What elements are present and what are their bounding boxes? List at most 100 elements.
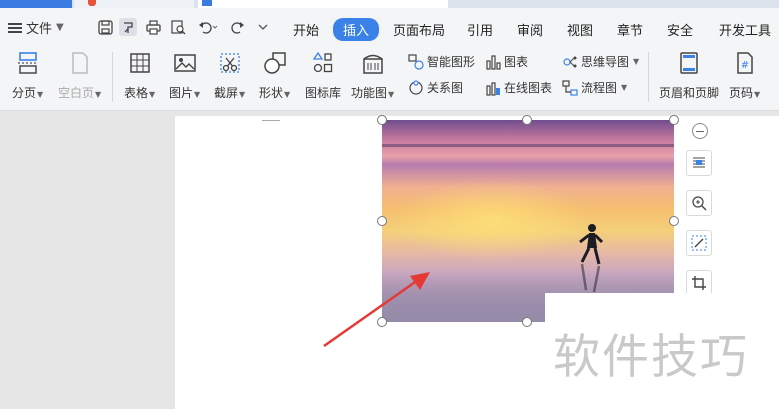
picture-button[interactable]: 图片▼ <box>169 50 200 101</box>
tab-page-layout[interactable]: 页面布局 <box>393 20 445 39</box>
photo-horizon <box>382 144 674 147</box>
smart-art-label: 智能图形 <box>427 55 476 69</box>
tab-review[interactable]: 审阅 <box>517 20 543 39</box>
mind-map-icon <box>563 56 577 67</box>
collapse-tools-button[interactable] <box>692 123 708 139</box>
header-footer-icon <box>676 50 702 76</box>
tab-chapter[interactable]: 章节 <box>617 20 643 39</box>
shape-icon <box>262 50 288 76</box>
svg-text:#: # <box>740 60 748 71</box>
smart-art-button[interactable]: 智能图形 <box>408 53 475 70</box>
picture-label: 图片 <box>169 86 194 100</box>
chart-button[interactable]: 图表 <box>485 53 528 70</box>
mind-map-label: 思维导图 <box>581 55 630 69</box>
crop-icon <box>692 276 706 290</box>
header-footer-label: 页眉和页脚 <box>659 86 720 100</box>
chevron-down-icon: ▼ <box>95 90 102 99</box>
photo-sun-reflection <box>392 180 592 260</box>
page-number-button[interactable]: # 页码▼ <box>729 50 760 101</box>
online-chart-icon <box>486 81 500 96</box>
resize-handle-left[interactable] <box>377 216 387 226</box>
watermark-text: 软件技巧 <box>553 330 749 385</box>
chevron-down-icon: ▼ <box>621 83 628 92</box>
blank-page-label: 空白页 <box>58 86 95 100</box>
flowchart-button[interactable]: 流程图 ▼ <box>562 79 627 96</box>
redo-button[interactable] <box>228 18 246 36</box>
chevron-down-icon: ▼ <box>754 90 761 99</box>
function-chart-label: 功能图 <box>351 86 388 100</box>
page-number-icon: # <box>732 50 758 76</box>
table-icon <box>127 50 153 76</box>
smart-art-icon <box>408 53 424 70</box>
relation-chart-button[interactable]: 关系图 <box>408 79 463 96</box>
page-break-button[interactable]: 分页▼ <box>12 50 43 101</box>
menu-bar: 文件 ▼ 开始 插入 页面布局 引用 审阅 视图 章节 安全 开发工具 <box>0 8 779 46</box>
magic-wand-icon <box>691 235 707 251</box>
relation-chart-icon <box>409 79 423 95</box>
tab-references[interactable]: 引用 <box>467 20 493 39</box>
ribbon-divider <box>112 52 113 102</box>
undo-button[interactable] <box>196 18 220 36</box>
icon-library-label: 图标库 <box>305 86 342 100</box>
tab-document-2[interactable] <box>198 0 448 8</box>
insert-ribbon: 分页▼ 空白页▼ 表格▼ 图片▼ 截屏▼ 形状▼ 图标库 功能图▼ 智能图形 关… <box>0 46 779 111</box>
annotation-arrow <box>323 272 430 348</box>
chevron-down-icon: ▼ <box>633 57 640 66</box>
scissors-icon <box>217 50 243 76</box>
screenshot-button[interactable]: 截屏▼ <box>214 50 245 101</box>
tab-document-1[interactable] <box>74 0 194 8</box>
resize-handle-top-right[interactable] <box>669 115 679 125</box>
file-menu-label: 文件 <box>26 22 53 37</box>
function-chart-icon <box>360 50 386 76</box>
bar-chart-icon <box>486 54 501 70</box>
resize-handle-top-left[interactable] <box>377 115 387 125</box>
chart-label: 图表 <box>504 55 529 69</box>
online-chart-label: 在线图表 <box>504 81 553 95</box>
chevron-down-icon: ▼ <box>388 90 395 99</box>
print-preview-button[interactable] <box>169 18 187 36</box>
margin-corner-mark <box>262 116 280 121</box>
layout-options-button[interactable] <box>686 150 712 176</box>
online-chart-button[interactable]: 在线图表 <box>485 79 552 96</box>
save-button[interactable] <box>96 18 114 36</box>
icon-library-button[interactable]: 图标库 <box>305 50 341 101</box>
mind-map-button[interactable]: 思维导图 ▼ <box>562 53 639 70</box>
page-break-icon <box>15 50 41 76</box>
wps-doc-icon <box>88 0 96 6</box>
tab-view[interactable]: 视图 <box>567 20 593 39</box>
resize-handle-top[interactable] <box>522 115 532 125</box>
ribbon-divider <box>648 52 649 102</box>
tab-insert[interactable]: 插入 <box>333 18 380 41</box>
chevron-down-icon: ▼ <box>37 90 44 99</box>
function-chart-button[interactable]: 功能图▼ <box>351 50 394 101</box>
tab-start[interactable]: 开始 <box>293 20 319 39</box>
image-edit-button[interactable] <box>686 230 712 256</box>
tab-home[interactable] <box>0 0 72 8</box>
page-break-label: 分页 <box>12 86 37 100</box>
flowchart-icon <box>562 79 578 96</box>
chevron-down-icon: ▼ <box>149 90 156 99</box>
icon-library-icon <box>310 50 336 76</box>
print-button[interactable] <box>144 18 162 36</box>
table-label: 表格 <box>124 86 149 100</box>
table-button[interactable]: 表格▼ <box>124 50 155 101</box>
resize-handle-bottom[interactable] <box>522 317 532 327</box>
zoom-in-icon <box>692 196 707 211</box>
tab-developer[interactable]: 开发工具 <box>719 20 771 39</box>
shape-button[interactable]: 形状▼ <box>259 50 290 101</box>
minus-icon <box>696 130 704 132</box>
format-painter-button[interactable] <box>119 18 137 36</box>
file-menu[interactable]: 文件 ▼ <box>8 18 64 37</box>
tab-security[interactable]: 安全 <box>667 20 693 39</box>
relation-chart-label: 关系图 <box>427 81 464 95</box>
zoom-preview-button[interactable] <box>686 190 712 216</box>
blank-page-button[interactable]: 空白页▼ <box>58 50 101 101</box>
document-tab-strip <box>0 0 779 8</box>
chevron-down-icon: ▼ <box>194 90 201 99</box>
chevron-down-icon: ▼ <box>284 90 291 99</box>
header-footer-button[interactable]: 页眉和页脚 <box>659 50 719 101</box>
resize-handle-right[interactable] <box>669 216 679 226</box>
screenshot-label: 截屏 <box>214 86 239 100</box>
customize-toolbar-icon[interactable] <box>254 18 272 36</box>
photo-running-person <box>579 224 604 293</box>
